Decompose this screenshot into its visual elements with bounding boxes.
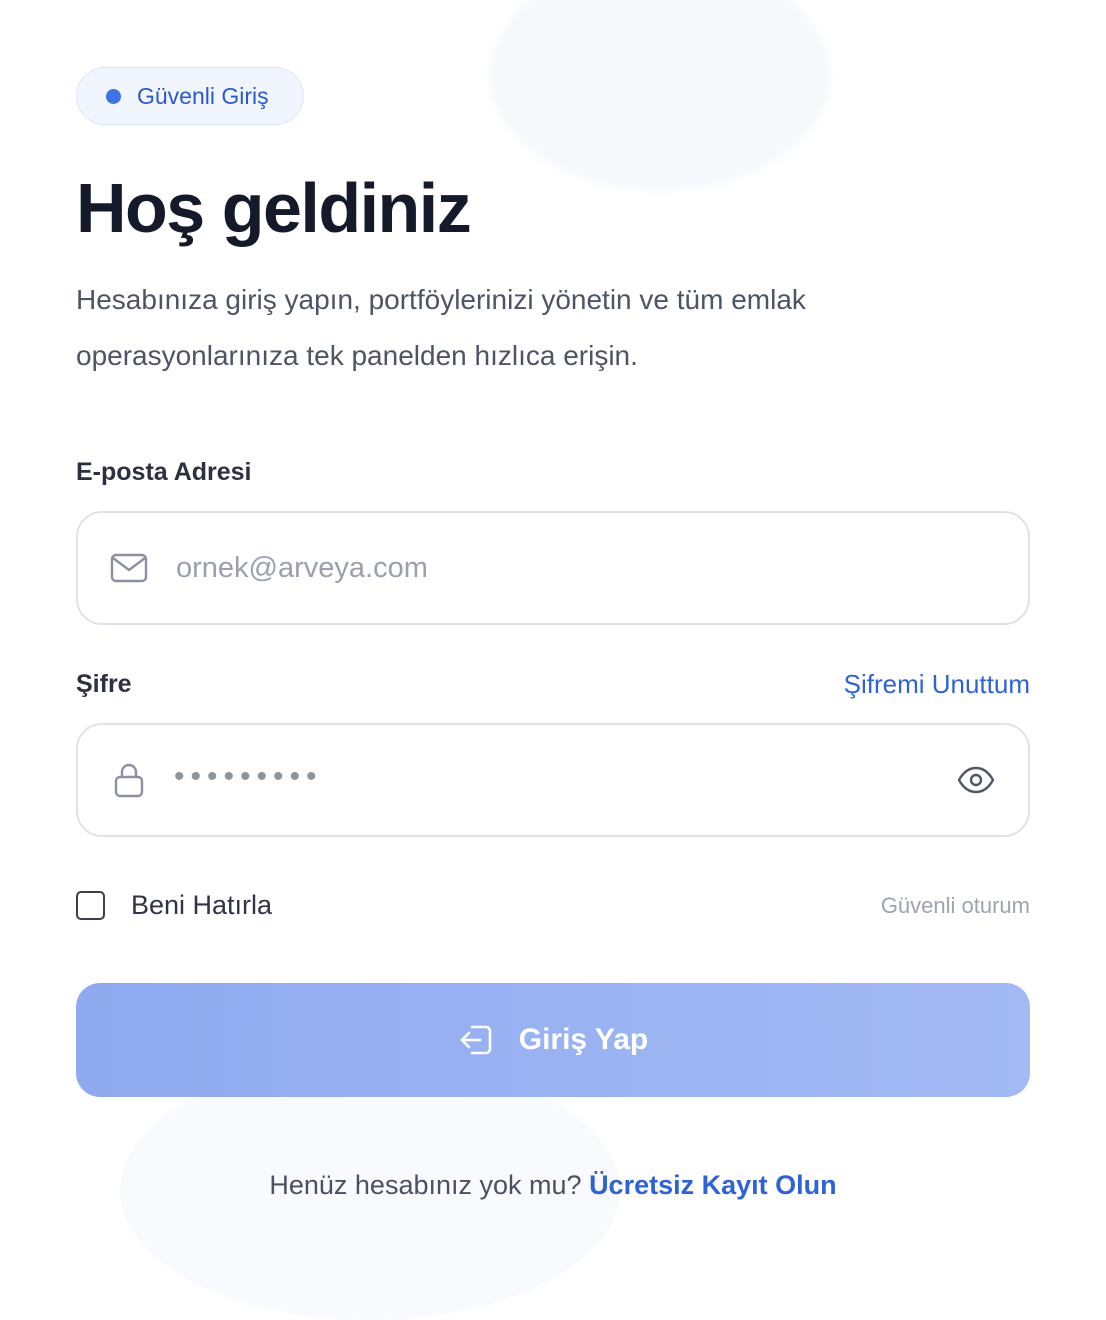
page-subtitle: Hesabınıza giriş yapın, portföylerinizi …	[76, 284, 806, 371]
login-panel: Güvenli Giriş Hoş geldiniz Hesabınıza gi…	[76, 0, 1030, 1284]
signup-prompt: Henüz hesabınız yok mu? Ücretsiz Kayıt O…	[76, 1170, 1030, 1201]
signup-prompt-text: Henüz hesabınız yok mu?	[269, 1170, 582, 1200]
forgot-password-link[interactable]: Şifremi Unuttum	[844, 669, 1030, 700]
remember-label: Beni Hatırla	[131, 890, 273, 920]
secure-login-badge: Güvenli Giriş	[76, 67, 304, 125]
mail-icon	[110, 549, 148, 587]
lock-icon	[110, 761, 148, 799]
eye-icon[interactable]	[956, 760, 996, 800]
login-button[interactable]: Giriş Yap	[76, 983, 1030, 1097]
login-button-label: Giriş Yap	[518, 1023, 649, 1056]
email-label: E-posta Adresi	[76, 458, 252, 486]
page-title: Hoş geldiniz	[76, 169, 472, 247]
secure-session-note: Güvenli oturum	[880, 893, 1030, 918]
password-label: Şifre	[76, 670, 132, 698]
remember-me[interactable]: Beni Hatırla	[76, 890, 272, 921]
status-dot-icon	[106, 88, 121, 104]
password-input[interactable]: •••••••••	[174, 762, 956, 792]
login-icon	[458, 1022, 494, 1058]
email-field[interactable]	[76, 511, 1030, 625]
password-field[interactable]: •••••••••	[76, 723, 1030, 837]
remember-checkbox[interactable]	[76, 891, 105, 920]
signup-link[interactable]: Ücretsiz Kayıt Olun	[589, 1170, 837, 1200]
badge-label: Güvenli Giriş	[137, 82, 269, 109]
email-input[interactable]	[174, 550, 1028, 586]
